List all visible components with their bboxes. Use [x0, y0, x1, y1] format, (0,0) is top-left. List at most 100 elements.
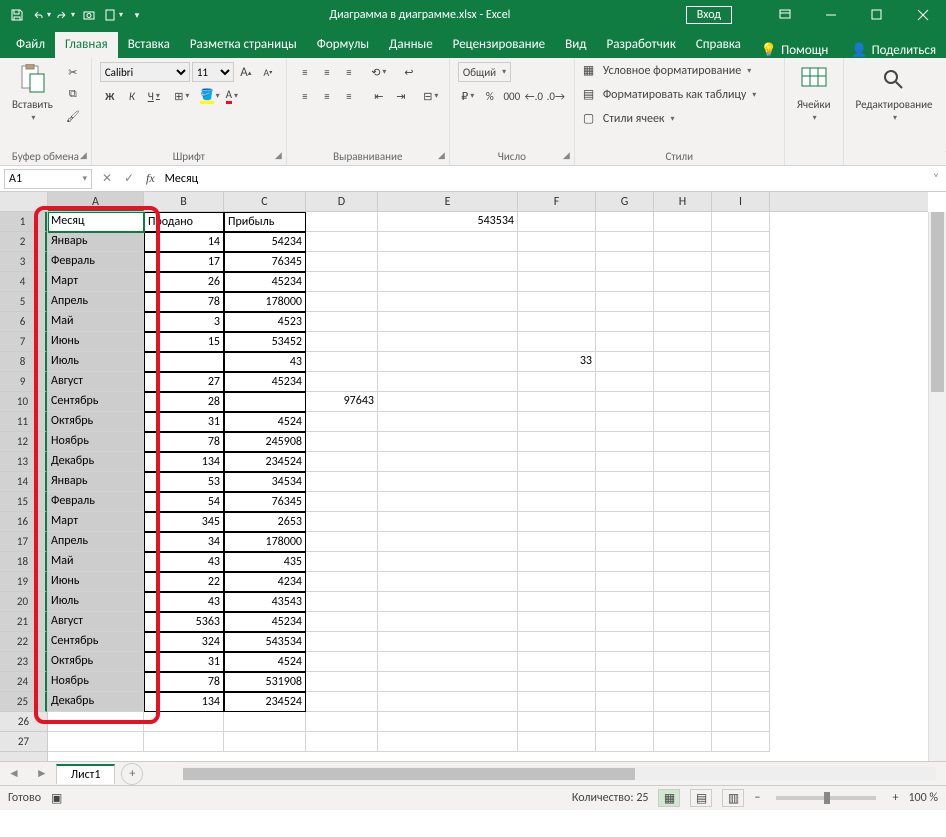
cell[interactable] [596, 272, 654, 292]
tab-layout[interactable]: Разметка страницы [180, 32, 307, 58]
align-top-icon[interactable]: ≡ [295, 62, 315, 82]
cell[interactable] [654, 552, 712, 572]
cell[interactable] [654, 292, 712, 312]
cell[interactable]: 543534 [378, 212, 518, 232]
cell[interactable]: 4234 [224, 572, 306, 592]
cell[interactable]: 3 [144, 312, 224, 332]
cell[interactable]: 14 [144, 232, 224, 252]
format-painter-icon[interactable]: 🖌 [63, 106, 83, 126]
cell[interactable] [306, 272, 378, 292]
fx-icon[interactable]: fx [140, 171, 161, 186]
cell[interactable] [654, 592, 712, 612]
col-header-C[interactable]: C [224, 192, 306, 211]
cell[interactable] [378, 452, 518, 472]
cell[interactable] [378, 252, 518, 272]
cell[interactable] [654, 492, 712, 512]
cell[interactable]: 134 [144, 452, 224, 472]
align-center-icon[interactable]: ≡ [317, 86, 337, 106]
cell[interactable] [518, 212, 596, 232]
cell[interactable] [596, 332, 654, 352]
cell[interactable] [378, 332, 518, 352]
cell[interactable]: 43543 [224, 592, 306, 612]
cell[interactable]: Апрель [48, 292, 144, 312]
cell[interactable] [224, 732, 306, 752]
cell[interactable] [306, 572, 378, 592]
cell[interactable]: 45234 [224, 612, 306, 632]
cell[interactable] [654, 692, 712, 712]
cell[interactable]: Август [48, 372, 144, 392]
cell[interactable] [596, 352, 654, 372]
cell[interactable]: 245908 [224, 432, 306, 452]
row-header[interactable]: 8 [0, 352, 47, 372]
cell[interactable]: Май [48, 312, 144, 332]
cell[interactable] [712, 732, 770, 752]
cell[interactable] [654, 352, 712, 372]
underline-button[interactable]: Ч▾ [144, 86, 164, 106]
cell[interactable]: Декабрь [48, 692, 144, 712]
cell[interactable] [712, 312, 770, 332]
formula-input[interactable] [161, 169, 926, 189]
cell[interactable]: 45234 [224, 372, 306, 392]
qat-customize-icon[interactable]: ▾ [126, 4, 148, 26]
cell[interactable] [712, 692, 770, 712]
select-all-corner[interactable] [0, 192, 48, 212]
cell[interactable]: 31 [144, 412, 224, 432]
italic-button[interactable]: К [122, 86, 142, 106]
align-right-icon[interactable]: ≡ [339, 86, 359, 106]
cell[interactable] [518, 332, 596, 352]
cell[interactable] [306, 352, 378, 372]
view-normal-icon[interactable]: ▦ [658, 789, 680, 807]
cell[interactable]: Август [48, 612, 144, 632]
cell[interactable] [306, 672, 378, 692]
cell[interactable] [378, 432, 518, 452]
cell[interactable] [712, 332, 770, 352]
cell[interactable]: 34 [144, 532, 224, 552]
zoom-in-icon[interactable]: + [892, 791, 898, 805]
cell[interactable] [654, 612, 712, 632]
cell[interactable] [306, 532, 378, 552]
col-header-E[interactable]: E [378, 192, 518, 211]
cell[interactable]: 543534 [224, 632, 306, 652]
cell[interactable] [596, 532, 654, 552]
col-header-F[interactable]: F [518, 192, 596, 211]
cell[interactable] [712, 452, 770, 472]
undo-icon[interactable]: ▾ [30, 4, 52, 26]
row-header[interactable]: 18 [0, 552, 47, 572]
cell[interactable]: Январь [48, 472, 144, 492]
cell[interactable] [596, 472, 654, 492]
cell[interactable]: Ноябрь [48, 432, 144, 452]
bold-button[interactable]: Ж [100, 86, 120, 106]
cells-button[interactable]: Ячейки▾ [793, 62, 835, 125]
cell[interactable] [596, 632, 654, 652]
cell[interactable]: Январь [48, 232, 144, 252]
cell[interactable] [518, 412, 596, 432]
cell[interactable]: 324 [144, 632, 224, 652]
cell[interactable] [306, 292, 378, 312]
zoom-slider[interactable] [776, 796, 876, 800]
cell[interactable] [596, 292, 654, 312]
cell[interactable]: 178000 [224, 532, 306, 552]
row-header[interactable]: 1 [0, 212, 47, 232]
cell[interactable] [596, 492, 654, 512]
cell[interactable] [654, 512, 712, 532]
cell[interactable] [654, 652, 712, 672]
cell[interactable]: Июль [48, 592, 144, 612]
cell[interactable] [224, 392, 306, 412]
worksheet-grid[interactable]: ABCDEFGHI 123456789101112131415161718192… [0, 192, 946, 762]
cell[interactable] [518, 232, 596, 252]
cell[interactable] [306, 692, 378, 712]
cell[interactable] [596, 592, 654, 612]
cell[interactable]: Апрель [48, 532, 144, 552]
cell[interactable] [306, 732, 378, 752]
cell[interactable]: 26 [144, 272, 224, 292]
macro-record-icon[interactable]: ▣ [51, 791, 62, 806]
cell[interactable]: 34534 [224, 472, 306, 492]
cell[interactable] [654, 232, 712, 252]
row-header[interactable]: 10 [0, 392, 47, 412]
cell[interactable]: Декабрь [48, 452, 144, 472]
cell[interactable] [712, 632, 770, 652]
cell[interactable]: 234524 [224, 452, 306, 472]
cell[interactable]: 54 [144, 492, 224, 512]
cell[interactable] [596, 692, 654, 712]
cell[interactable] [518, 492, 596, 512]
